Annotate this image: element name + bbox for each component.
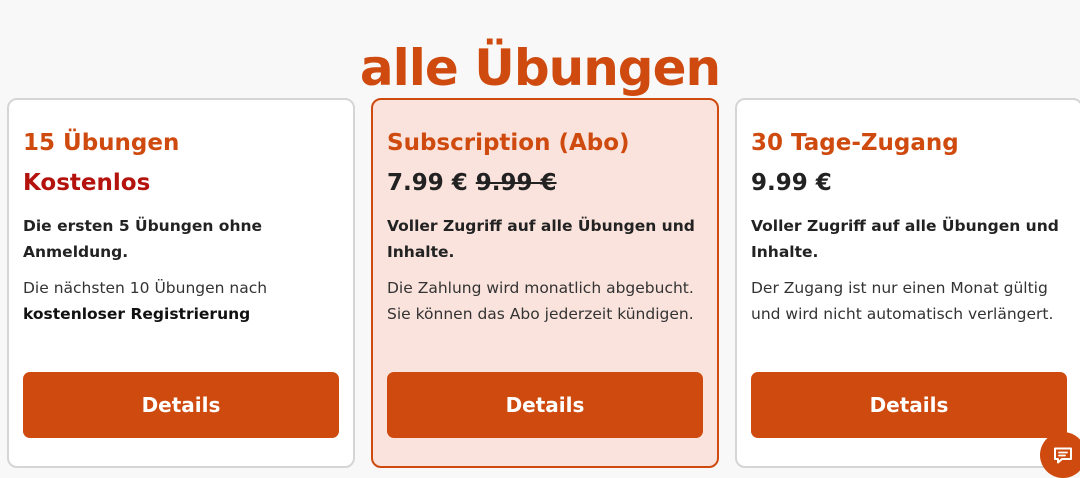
card-title: 15 Übungen bbox=[23, 130, 180, 156]
card-price: 7.99 € bbox=[387, 170, 468, 196]
card-price: Kostenlos bbox=[23, 170, 151, 196]
details-button-free[interactable]: Details bbox=[23, 372, 339, 438]
card-lead: Voller Zugriff auf alle Übungen und Inha… bbox=[387, 217, 695, 261]
chat-icon bbox=[1054, 447, 1072, 464]
details-button-subscription[interactable]: Details bbox=[387, 372, 703, 438]
details-button-30-days[interactable]: Details bbox=[751, 372, 1067, 438]
card-price-group: 7.99 € 9.99 € bbox=[387, 168, 703, 198]
card-lead: Voller Zugriff auf alle Übungen und Inha… bbox=[751, 217, 1059, 261]
card-description-bold: kostenloser Registrierung bbox=[23, 305, 251, 323]
card-lead: Die ersten 5 Übungen ohne Anmeldung. bbox=[23, 217, 263, 261]
card-title: 30 Tage-Zugang bbox=[751, 130, 959, 156]
card-title: Subscription (Abo) bbox=[387, 130, 630, 156]
card-price: 9.99 € bbox=[751, 170, 832, 196]
pricing-card-subscription: Subscription (Abo) 7.99 € 9.99 € Voller Z… bbox=[371, 98, 719, 468]
pricing-card-free: 15 Übungen Kostenlos Die ersten 5 Übunge… bbox=[7, 98, 355, 468]
card-description-text: Die nächsten 10 Übungen nach bbox=[23, 279, 268, 297]
card-old-price: 9.99 € bbox=[475, 170, 557, 196]
pricing-card-30-days: 30 Tage-Zugang 9.99 € Voller Zugriff auf… bbox=[735, 98, 1080, 468]
card-description: Die nächsten 10 Übungen nach kostenloser… bbox=[23, 275, 339, 327]
chat-button[interactable] bbox=[1040, 432, 1080, 478]
card-description: Die Zahlung wird monatlich abgebucht. Si… bbox=[387, 279, 694, 323]
card-description: Der Zugang ist nur einen Monat gültig un… bbox=[751, 279, 1054, 323]
page-title: alle Übungen bbox=[359, 38, 721, 97]
